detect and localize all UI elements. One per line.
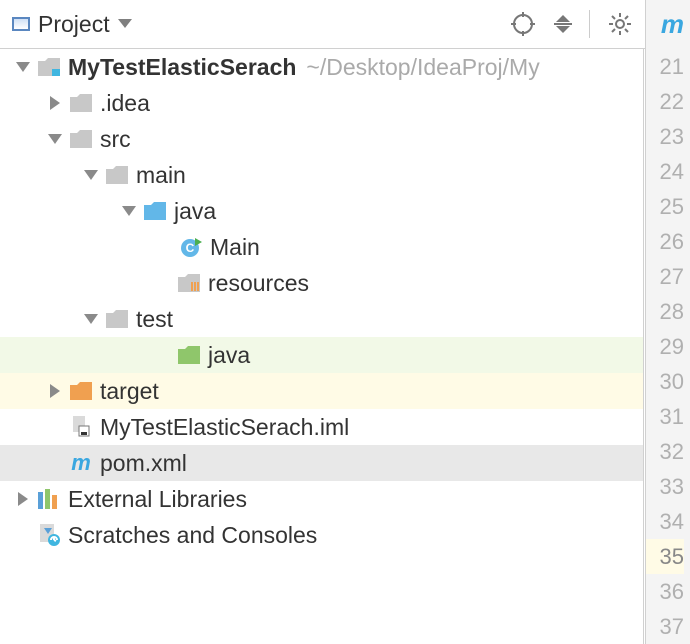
line-number[interactable]: 21 — [646, 49, 684, 84]
test-folder-icon — [178, 345, 200, 365]
node-label: resources — [208, 272, 309, 295]
test-folder-node[interactable]: test — [0, 301, 643, 337]
resources-folder-icon — [178, 273, 200, 293]
maven-tab-icon[interactable]: m — [646, 0, 684, 49]
line-number[interactable]: 30 — [646, 364, 684, 399]
folder-icon — [106, 165, 128, 185]
scratches-node[interactable]: Scratches and Consoles — [0, 517, 643, 553]
resources-folder-node[interactable]: resources — [0, 265, 643, 301]
line-number[interactable]: 37 — [646, 609, 684, 644]
line-number[interactable]: 26 — [646, 224, 684, 259]
maven-icon: m — [70, 453, 92, 473]
node-label: Scratches and Consoles — [68, 524, 317, 547]
project-label: Project — [38, 11, 110, 38]
project-view-selector[interactable]: Project — [12, 11, 132, 38]
collapse-all-button[interactable] — [545, 6, 581, 42]
line-number[interactable]: 35 — [646, 539, 684, 574]
project-root-name: MyTestElasticSerach — [68, 56, 296, 79]
node-label: src — [100, 128, 131, 151]
line-number[interactable]: 22 — [646, 84, 684, 119]
line-number[interactable]: 33 — [646, 469, 684, 504]
java-test-folder-node[interactable]: java — [0, 337, 643, 373]
line-number[interactable]: 32 — [646, 434, 684, 469]
project-window-icon — [12, 17, 30, 31]
external-libraries-node[interactable]: External Libraries — [0, 481, 643, 517]
line-number[interactable]: 27 — [646, 259, 684, 294]
chevron-right-icon[interactable] — [14, 490, 32, 508]
node-label: pom.xml — [100, 452, 187, 475]
dropdown-icon — [118, 19, 132, 29]
chevron-down-icon[interactable] — [82, 166, 100, 184]
main-class-node[interactable]: C Main — [0, 229, 643, 265]
editor-gutter: m 2122232425262728293031323334353637 — [645, 0, 690, 644]
project-toolbar: Project — [0, 0, 690, 49]
main-folder-node[interactable]: main — [0, 157, 643, 193]
folder-icon — [70, 129, 92, 149]
node-label: MyTestElasticSerach.iml — [100, 416, 349, 439]
line-number[interactable]: 36 — [646, 574, 684, 609]
src-folder-node[interactable]: src — [0, 121, 643, 157]
folder-icon — [106, 309, 128, 329]
locate-button[interactable] — [505, 6, 541, 42]
source-folder-icon — [144, 201, 166, 221]
node-label: test — [136, 308, 173, 331]
line-number[interactable]: 31 — [646, 399, 684, 434]
chevron-right-icon[interactable] — [46, 382, 64, 400]
chevron-down-icon[interactable] — [82, 310, 100, 328]
svg-text:C: C — [186, 241, 195, 255]
node-label: java — [174, 200, 216, 223]
line-number[interactable]: 34 — [646, 504, 684, 539]
excluded-folder-icon — [70, 381, 92, 401]
iml-file-icon — [70, 417, 92, 437]
folder-icon — [70, 93, 92, 113]
module-icon — [38, 57, 60, 77]
idea-folder-node[interactable]: .idea — [0, 85, 643, 121]
node-label: java — [208, 344, 250, 367]
project-root-path: ~/Desktop/IdeaProj/My — [306, 54, 539, 81]
toolbar-separator — [589, 10, 590, 38]
line-number[interactable]: 23 — [646, 119, 684, 154]
chevron-down-icon[interactable] — [46, 130, 64, 148]
node-label: Main — [210, 236, 260, 259]
project-tree: MyTestElasticSerach ~/Desktop/IdeaProj/M… — [0, 49, 644, 644]
chevron-down-icon[interactable] — [120, 202, 138, 220]
class-runnable-icon: C — [180, 237, 202, 257]
line-number[interactable]: 28 — [646, 294, 684, 329]
chevron-down-icon[interactable] — [14, 58, 32, 76]
line-number[interactable]: 25 — [646, 189, 684, 224]
java-source-folder-node[interactable]: java — [0, 193, 643, 229]
iml-file-node[interactable]: MyTestElasticSerach.iml — [0, 409, 643, 445]
project-root-node[interactable]: MyTestElasticSerach ~/Desktop/IdeaProj/M… — [0, 49, 643, 85]
node-label: External Libraries — [68, 488, 247, 511]
node-label: main — [136, 164, 186, 187]
node-label: target — [100, 380, 159, 403]
settings-button[interactable] — [602, 6, 638, 42]
libraries-icon — [38, 489, 60, 509]
chevron-right-icon[interactable] — [46, 94, 64, 112]
pom-file-node[interactable]: m pom.xml — [0, 445, 643, 481]
line-number[interactable]: 29 — [646, 329, 684, 364]
line-number[interactable]: 24 — [646, 154, 684, 189]
node-label: .idea — [100, 92, 150, 115]
target-folder-node[interactable]: target — [0, 373, 643, 409]
scratches-icon — [38, 525, 60, 545]
